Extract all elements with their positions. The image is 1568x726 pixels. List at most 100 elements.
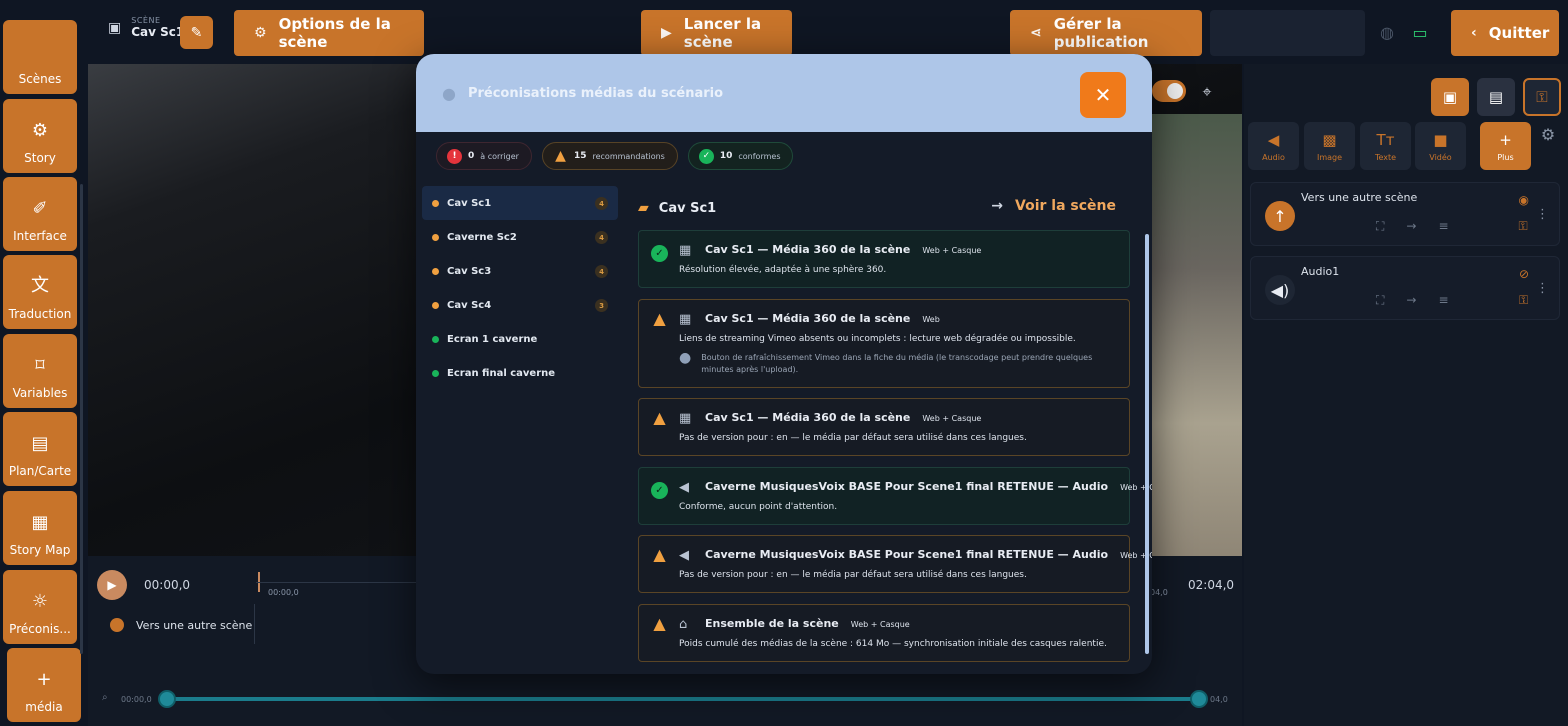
recommendation-card[interactable]: ▲ ◀ Caverne MusiquesVoix BASE Pour Scene… xyxy=(638,535,1152,593)
count-recommendations[interactable]: ▲ 15 recommandations xyxy=(541,142,678,170)
current-time: 00:00,0 xyxy=(144,578,191,592)
clapper-icon: ▦ xyxy=(679,243,692,258)
viewer-toggle[interactable] xyxy=(1152,80,1186,102)
vr-headset-icon[interactable]: ▭ xyxy=(1410,22,1430,42)
sidebar-item-story-map[interactable]: ▦ Story Map xyxy=(3,491,77,565)
scene-list-item[interactable]: Cav Sc1 4 xyxy=(422,186,618,220)
launch-scene-button[interactable]: ▶ Lancer la scène xyxy=(641,10,792,56)
zoom-slider[interactable] xyxy=(166,697,1200,701)
scene-list-item[interactable]: Ecran 1 caverne xyxy=(422,322,618,356)
scene-list-item[interactable]: Caverne Sc2 4 xyxy=(422,220,618,254)
modal-header: ● Préconisations médias du scénario ✕ xyxy=(416,54,1152,132)
arrow-right-icon: → xyxy=(991,198,1004,214)
layer-right-tools: ⊘ ⚿ xyxy=(1519,267,1529,308)
sidebar-item-variables[interactable]: ⌑ Variables xyxy=(3,334,77,408)
scene-list-item[interactable]: Cav Sc3 4 xyxy=(422,254,618,288)
storymap-icon: ▦ xyxy=(31,512,49,533)
add-folder-button[interactable]: ▣ xyxy=(1431,78,1469,116)
checklist-icon[interactable]: ≡ xyxy=(1438,293,1448,308)
manage-publication-button[interactable]: ⋖ Gérer la publication xyxy=(1010,10,1202,56)
recommendation-card[interactable]: ▲ ▦ Cav Sc1 — Média 360 de la scène Web +… xyxy=(638,398,1130,456)
zoom-handle-end[interactable] xyxy=(1190,690,1208,708)
speaker-icon: ◀ xyxy=(679,480,689,495)
fullscreen-icon[interactable]: ⛶ xyxy=(1376,219,1384,234)
recommendation-card[interactable]: ▲ ▦ Cav Sc1 — Média 360 de la scène Web L… xyxy=(638,299,1130,388)
play-button[interactable]: ▶ xyxy=(97,570,127,600)
lock-button[interactable]: ⚿ xyxy=(1523,78,1561,116)
timeline-track[interactable]: Vers une autre scène xyxy=(110,618,252,632)
view-scene-link[interactable]: → Voir la scène xyxy=(991,198,1116,214)
checklist-icon[interactable]: ≡ xyxy=(1438,219,1448,234)
sidebar-item-scenes[interactable]: Scènes xyxy=(3,20,77,94)
bulb-icon: ☼ xyxy=(31,591,49,612)
image-icon: ▣ xyxy=(108,19,122,36)
warning-icon: ▲ xyxy=(653,408,666,427)
warn-dot xyxy=(432,233,439,241)
quit-button[interactable]: ‹ Quitter xyxy=(1451,10,1559,56)
gear-icon[interactable]: ⚙ xyxy=(1538,124,1558,144)
speaker-icon: ◀) xyxy=(1265,275,1295,305)
scene-options-button[interactable]: ⚙ Options de la scène xyxy=(234,10,424,56)
recommendation-card[interactable]: ▲ ⌂ Ensemble de la scène Web + Casque Poi… xyxy=(638,604,1130,662)
scene-list-item[interactable]: Ecran final caverne xyxy=(422,356,618,390)
transition-icon[interactable]: → xyxy=(1406,293,1416,308)
transition-icon[interactable]: → xyxy=(1406,219,1416,234)
warning-icon: ▲ xyxy=(555,148,566,164)
globe-icon[interactable]: ◍ xyxy=(1377,22,1397,42)
pencil-icon: ✎ xyxy=(190,24,203,41)
fullscreen-icon[interactable]: ⛶ xyxy=(1376,293,1384,308)
zoom-end: 04,0 xyxy=(1210,695,1228,704)
more-icon[interactable]: ⋮ xyxy=(1536,207,1549,222)
layer-tools: ⛶ → ≡ xyxy=(1376,293,1449,308)
warn-dot xyxy=(432,199,439,207)
platform-tag: Web + Casque xyxy=(922,246,982,255)
end-time-small: 04,0 xyxy=(1150,588,1168,597)
sidebar-item-translation[interactable]: 文 Traduction xyxy=(3,255,77,329)
issue-count: 4 xyxy=(595,197,608,210)
sidebar-item-interface[interactable]: ✐ Interface xyxy=(3,177,77,251)
speaker-icon: ◀ xyxy=(1267,130,1280,149)
recommendation-card[interactable]: ✓ ▦ Cav Sc1 — Média 360 de la scène Web +… xyxy=(638,230,1130,288)
issue-count: 3 xyxy=(595,299,608,312)
layer-item[interactable]: ◀) Audio1 ⛶ → ≡ ⊘ ⚿ ⋮ xyxy=(1250,256,1560,320)
sidebar-item-map[interactable]: ▤ Plan/Carte xyxy=(3,412,77,486)
platform-tag: Web xyxy=(922,315,940,324)
summary-pills: ! 0 à corriger ▲ 15 recommandations ✓ 10… xyxy=(436,142,794,170)
chevron-left-icon: ‹ xyxy=(1471,25,1477,41)
eye-off-icon[interactable]: ⊘ xyxy=(1519,267,1529,281)
arrow-up-icon: ↑ xyxy=(1265,201,1295,231)
layer-item[interactable]: ↑ Vers une autre scène ⛶ → ≡ ◉ ⚿ ⋮ xyxy=(1250,182,1560,246)
recenter-icon[interactable]: ⌖ xyxy=(1197,82,1217,102)
media-tab-video[interactable]: ■ Vidéo xyxy=(1415,122,1466,170)
modal-scrollbar[interactable] xyxy=(1145,234,1149,654)
media-tab-more[interactable]: + Plus xyxy=(1480,122,1531,170)
close-button[interactable]: ✕ xyxy=(1080,72,1126,118)
scene-list-item[interactable]: Cav Sc4 3 xyxy=(422,288,618,322)
media-tab-image[interactable]: ▩ Image xyxy=(1304,122,1355,170)
lock-icon[interactable]: ⚿ xyxy=(1519,219,1529,234)
recommendation-card[interactable]: ✓ ◀ Caverne MusiquesVoix BASE Pour Scene… xyxy=(638,467,1152,525)
warn-dot xyxy=(432,267,439,275)
left-sidebar: Scènes ⚙ Story ✐ Interface 文 Traduction … xyxy=(0,20,86,726)
plus-icon: + xyxy=(36,669,52,690)
cursor-time: 00:00,0 xyxy=(268,588,299,597)
clapper-icon: ▦ xyxy=(679,312,692,327)
add-media-button[interactable]: + média xyxy=(7,648,81,722)
media-tab-audio[interactable]: ◀ Audio xyxy=(1248,122,1299,170)
clipboard-button[interactable]: ▤ xyxy=(1477,78,1515,116)
sidebar-scrollbar[interactable] xyxy=(80,184,83,654)
sidebar-item-preconisations[interactable]: ☼ Préconis... xyxy=(3,570,77,644)
share-icon: ⋖ xyxy=(1030,25,1042,41)
count-compliant[interactable]: ✓ 10 conformes xyxy=(687,142,794,170)
media-tab-text[interactable]: Tт Texte xyxy=(1360,122,1411,170)
edit-scene-button[interactable]: ✎ xyxy=(180,16,213,49)
disabled-button[interactable] xyxy=(1210,10,1365,56)
sidebar-item-story[interactable]: ⚙ Story xyxy=(3,99,77,173)
count-to-fix[interactable]: ! 0 à corriger xyxy=(436,142,532,170)
lock-icon[interactable]: ⚿ xyxy=(1519,293,1529,308)
scene-indicator: ▣ SCÈNE Cav Sc1 xyxy=(108,16,184,39)
platform-tag: Web + Casque xyxy=(922,414,982,423)
eye-icon[interactable]: ◉ xyxy=(1519,193,1529,207)
zoom-handle-start[interactable] xyxy=(158,690,176,708)
more-icon[interactable]: ⋮ xyxy=(1536,281,1549,296)
